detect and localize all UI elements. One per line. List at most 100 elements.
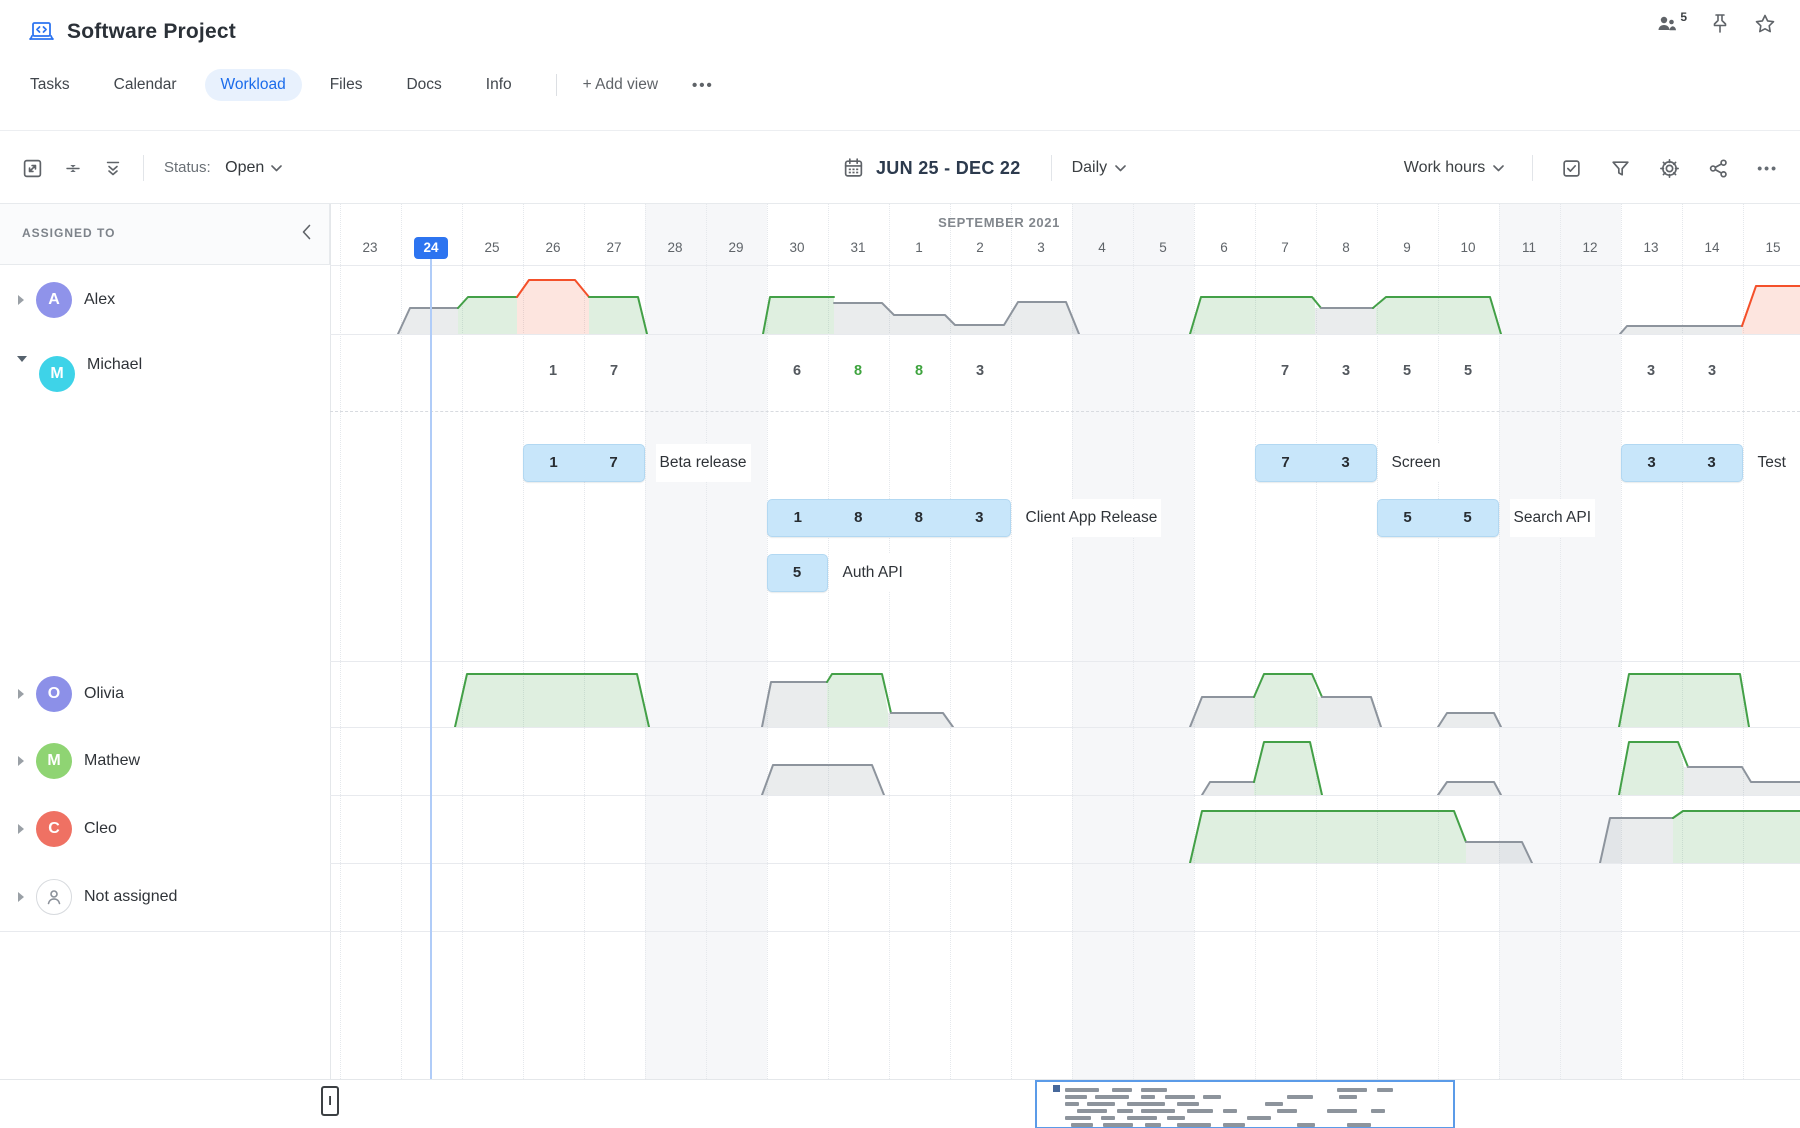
- workload-area-alex-gray: [834, 302, 1079, 334]
- sidebar-item-not-assigned[interactable]: Not assigned: [0, 863, 330, 931]
- day-header: 29: [716, 240, 756, 255]
- pin-button[interactable]: [1710, 13, 1730, 40]
- weekend-band: [1499, 204, 1560, 1079]
- assignee-name: Mathew: [84, 752, 140, 770]
- workload-toolbar: Status: Open JUN 25 - DEC 22 Daily Work …: [0, 130, 1800, 204]
- grid-column-line: [1682, 204, 1683, 1079]
- grid-column-line: [1499, 204, 1500, 1079]
- task-bar-auth-api[interactable]: 5: [767, 554, 828, 592]
- task-bar-search-api[interactable]: 55: [1377, 499, 1499, 537]
- task-bar-screen[interactable]: 73: [1255, 444, 1377, 482]
- date-range-picker[interactable]: JUN 25 - DEC 22: [876, 158, 1021, 179]
- timeline-minimap[interactable]: [1035, 1080, 1455, 1128]
- grid-column-line: [462, 204, 463, 1079]
- expand-caret-icon[interactable]: [18, 892, 24, 902]
- filter-icon: [1610, 158, 1631, 179]
- add-view-button[interactable]: + Add view: [583, 76, 658, 94]
- toolbar-divider: [143, 155, 144, 181]
- grid-column-line: [645, 204, 646, 1079]
- workload-area-olivia-gray: [1190, 697, 1254, 727]
- minimap-bar: [1247, 1116, 1271, 1120]
- grid-column-line: [1133, 204, 1134, 1079]
- row-border: [330, 411, 1800, 412]
- member-count-badge: 5: [1680, 10, 1687, 24]
- workload-area-cleo-green: [1673, 811, 1800, 863]
- collapse-rows-button[interactable]: [63, 158, 83, 179]
- expand-caret-icon[interactable]: [18, 824, 24, 834]
- grid-column-line: [1560, 204, 1561, 1079]
- avatar: M: [36, 743, 72, 779]
- workload-area-alex-gray: [398, 308, 458, 334]
- sidebar-item-alex[interactable]: AAlex: [0, 265, 330, 334]
- toolbar-more-button[interactable]: •••: [1757, 160, 1778, 176]
- fullscreen-button[interactable]: [22, 158, 43, 179]
- day-header: 4: [1082, 240, 1122, 255]
- task-bar-beta-release[interactable]: 17: [523, 444, 645, 482]
- tab-calendar[interactable]: Calendar: [114, 69, 177, 101]
- today-day-header[interactable]: 24: [414, 237, 448, 259]
- minimap-bar: [1077, 1109, 1107, 1113]
- workload-line-olivia-gray: [1322, 697, 1381, 727]
- star-button[interactable]: [1754, 13, 1776, 40]
- tab-tasks[interactable]: Tasks: [30, 69, 70, 101]
- workload-area-alex-green: [763, 297, 834, 334]
- minimap-bar: [1141, 1088, 1167, 1092]
- sidebar-chart-divider: [330, 204, 331, 1079]
- chevron-down-icon: [1493, 165, 1504, 172]
- status-dropdown[interactable]: Open: [225, 159, 282, 177]
- tabs-more-button[interactable]: •••: [692, 77, 714, 94]
- daily-total: 6: [777, 363, 817, 379]
- workload-line-olivia-gray: [891, 713, 953, 727]
- today-line: [430, 259, 432, 1079]
- workload-area-alex-red: [517, 280, 589, 334]
- work-hours-dropdown[interactable]: Work hours: [1404, 159, 1505, 177]
- expand-caret-icon[interactable]: [18, 756, 24, 766]
- minimap-bar: [1087, 1102, 1115, 1106]
- collapse-caret-icon[interactable]: [17, 356, 27, 362]
- sidebar-item-michael[interactable]: MMichael: [0, 334, 330, 661]
- tab-info[interactable]: Info: [486, 69, 512, 101]
- grid-column-line: [1011, 204, 1012, 1079]
- expand-caret-icon[interactable]: [18, 295, 24, 305]
- tab-files[interactable]: Files: [330, 69, 363, 101]
- row-border: [0, 931, 1800, 932]
- filter-button[interactable]: [1610, 158, 1631, 179]
- scroll-handle[interactable]: I: [321, 1086, 339, 1116]
- task-bar-client-app-release[interactable]: 1883: [767, 499, 1011, 537]
- collapse-all-button[interactable]: [103, 158, 123, 179]
- daily-total: 5: [1387, 363, 1427, 379]
- day-header: 13: [1631, 240, 1671, 255]
- granularity-dropdown[interactable]: Daily: [1072, 159, 1127, 177]
- collapse-rows-icon: [63, 158, 83, 179]
- project-header: Software Project: [28, 20, 236, 44]
- sidebar-item-cleo[interactable]: CCleo: [0, 795, 330, 863]
- day-header: 3: [1021, 240, 1061, 255]
- day-header: 10: [1448, 240, 1488, 255]
- grid-column-line: [523, 204, 524, 1079]
- sidebar-collapse-button[interactable]: [302, 224, 311, 245]
- grid-column-line: [340, 204, 341, 1079]
- day-header: 12: [1570, 240, 1610, 255]
- workload-area-olivia-green: [827, 674, 888, 727]
- minimap-bar: [1223, 1109, 1237, 1113]
- members-button[interactable]: 5: [1657, 13, 1686, 38]
- daily-total: 3: [1631, 363, 1671, 379]
- workload-line-alex-green: [1190, 297, 1321, 334]
- workload-area-cleo-green: [1190, 811, 1466, 863]
- share-button[interactable]: [1708, 158, 1729, 179]
- grid-column-line: [889, 204, 890, 1079]
- grid-column-line: [584, 204, 585, 1079]
- tab-workload[interactable]: Workload: [205, 69, 302, 101]
- task-bar-test[interactable]: 33: [1621, 444, 1743, 482]
- settings-button[interactable]: [1659, 158, 1680, 179]
- day-header: 28: [655, 240, 695, 255]
- sidebar-header: ASSIGNED TO: [0, 204, 330, 265]
- minimap-bar: [1095, 1095, 1129, 1099]
- show-tasks-toggle[interactable]: [1561, 158, 1582, 179]
- tab-docs[interactable]: Docs: [406, 69, 441, 101]
- sidebar-item-mathew[interactable]: M Mathew: [0, 727, 330, 795]
- sidebar-item-olivia[interactable]: OOlivia: [0, 661, 330, 727]
- workload-line-cleo-green: [1673, 811, 1800, 818]
- expand-caret-icon[interactable]: [18, 689, 24, 699]
- workload-area-alex-green: [1190, 297, 1315, 334]
